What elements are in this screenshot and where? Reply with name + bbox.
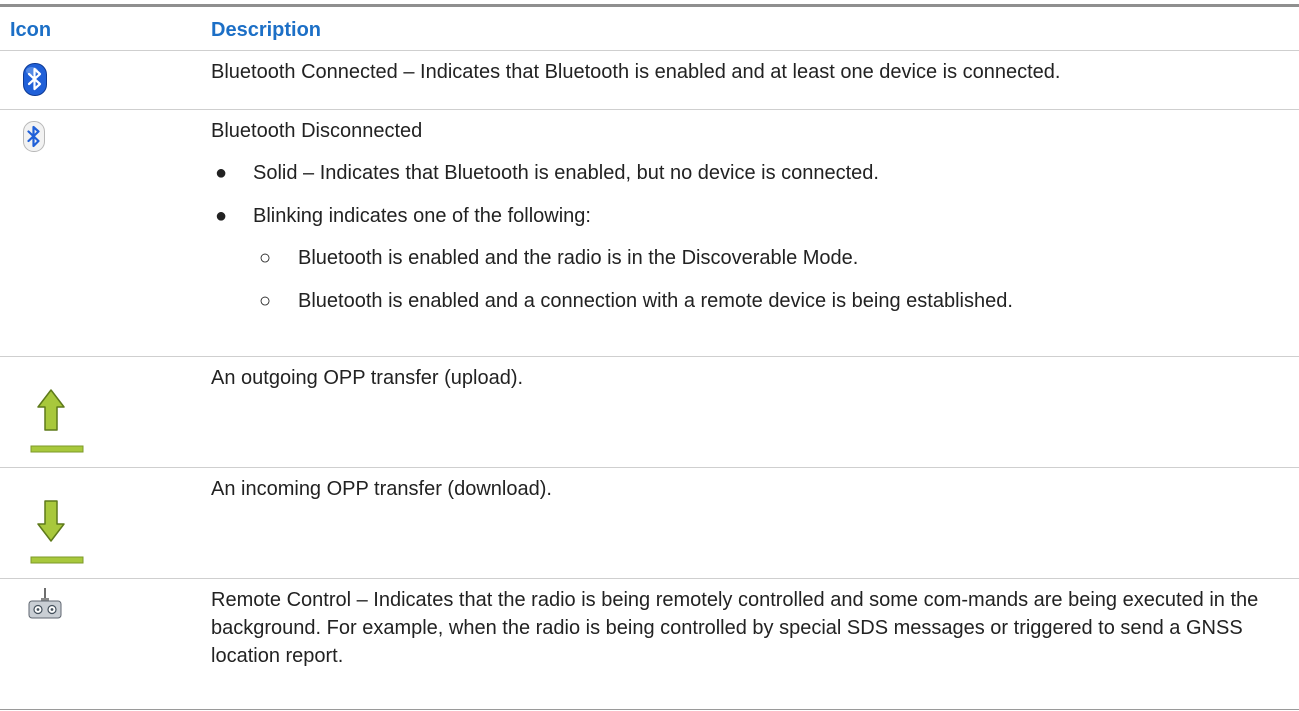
table-row: Bluetooth Connected – Indicates that Blu…	[0, 51, 1299, 110]
header-description: Description	[211, 19, 322, 41]
table-header: Icon Description	[0, 7, 1299, 51]
row-title: Bluetooth Disconnected	[211, 120, 423, 142]
bluetooth-connected-icon	[23, 63, 47, 96]
row-description: An outgoing OPP transfer (upload).	[211, 367, 524, 389]
download-arrow-icon	[30, 500, 84, 564]
remote-control-icon	[28, 588, 62, 619]
list-item: Bluetooth is enabled and the radio is in…	[298, 247, 859, 269]
subbullet-icon: ○	[259, 247, 272, 269]
row-description: Remote Control – Indicates that the radi…	[211, 589, 1259, 667]
bluetooth-disconnected-icon	[23, 121, 45, 152]
row-description: Bluetooth Connected – Indicates that Blu…	[211, 61, 1061, 83]
subbullet-icon: ○	[259, 290, 272, 312]
list-item: Bluetooth is enabled and a connection wi…	[298, 290, 1013, 312]
table-row: Bluetooth Disconnected ● Solid – Indicat…	[0, 110, 1299, 357]
bullet-icon: ●	[215, 205, 228, 227]
row-description: An incoming OPP transfer (download).	[211, 478, 552, 500]
upload-arrow-icon	[30, 389, 84, 453]
list-item: Blinking indicates one of the following:	[253, 205, 591, 227]
table-row: Remote Control – Indicates that the radi…	[0, 579, 1299, 710]
table-row: An outgoing OPP transfer (upload).	[0, 357, 1299, 468]
bullet-icon: ●	[215, 162, 228, 184]
list-item: Solid – Indicates that Bluetooth is enab…	[253, 162, 879, 184]
header-icon: Icon	[10, 19, 52, 41]
table-row: An incoming OPP transfer (download).	[0, 468, 1299, 579]
